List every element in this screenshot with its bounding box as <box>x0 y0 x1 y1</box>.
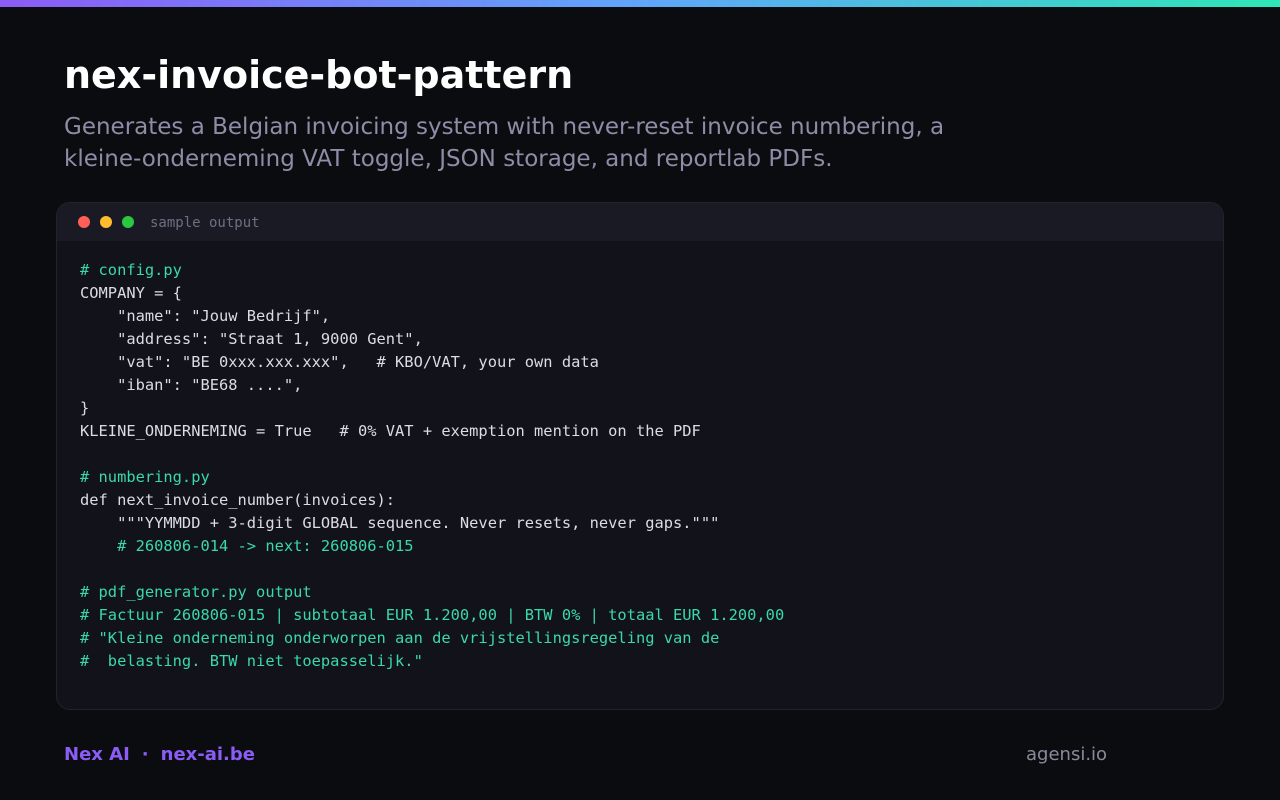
close-dot-icon <box>78 216 90 228</box>
code-comment-line: # Factuur 260806-015 | subtotaal EUR 1.2… <box>80 606 785 624</box>
brand-site-link[interactable]: nex-ai.be <box>161 744 255 765</box>
minimize-dot-icon <box>100 216 112 228</box>
page-subtitle: Generates a Belgian invoicing system wit… <box>64 114 945 172</box>
code-comment-line: # config.py <box>80 261 182 279</box>
code-comment-line: # pdf_generator.py output <box>80 583 312 601</box>
code-line: "name": "Jouw Bedrijf", <box>80 307 331 325</box>
code-line: "vat": "BE 0xxx.xxx.xxx", # KBO/VAT, you… <box>80 353 599 371</box>
sample-output-window: sample output # config.py COMPANY = { "na… <box>56 202 1224 710</box>
gradient-accent-bar <box>0 0 1280 7</box>
window-title-bar: sample output <box>57 203 1223 241</box>
code-comment-line: # 260806-014 -> next: 260806-015 <box>80 537 414 555</box>
code-line: } <box>80 399 90 417</box>
brand-name: Nex AI <box>64 744 130 765</box>
code-comment-line: # belasting. BTW niet toepasselijk." <box>80 652 423 670</box>
brand-separator: · <box>141 744 149 765</box>
window-label: sample output <box>150 215 260 231</box>
code-comment-line: # "Kleine onderneming onderworpen aan de… <box>80 629 720 647</box>
code-line: """YYMMDD + 3-digit GLOBAL sequence. Nev… <box>80 514 720 532</box>
footer-brand: Nex AI · nex-ai.be <box>64 744 255 766</box>
code-line: def next_invoice_number(invoices): <box>80 491 396 509</box>
maximize-dot-icon <box>122 216 134 228</box>
footer-credit-link[interactable]: agensi.io <box>1026 744 1107 766</box>
code-line: KLEINE_ONDERNEMING = True # 0% VAT + exe… <box>80 422 701 440</box>
code-block: # config.py COMPANY = { "name": "Jouw Bed… <box>80 259 784 673</box>
page-title: nex-invoice-bot-pattern <box>64 53 574 97</box>
code-line: "address": "Straat 1, 9000 Gent", <box>80 330 423 348</box>
code-line: "iban": "BE68 ....", <box>80 376 303 394</box>
code-line: COMPANY = { <box>80 284 182 302</box>
code-comment-line: # numbering.py <box>80 468 210 486</box>
